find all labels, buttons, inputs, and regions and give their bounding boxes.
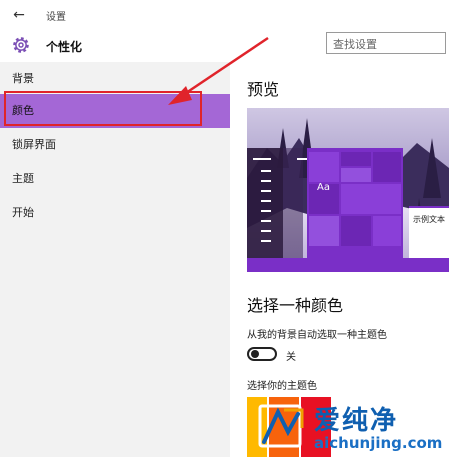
- auto-pick-label: 从我的背景自动选取一种主题色: [247, 330, 387, 341]
- page-title: 个性化: [46, 40, 83, 54]
- settings-window: ← 设置 个性化 背景 颜色 锁屏界面 主题 开始 预览: [0, 0, 452, 457]
- back-arrow-icon[interactable]: ←: [10, 6, 28, 24]
- watermark-text: 爱纯净: [314, 406, 399, 436]
- highlight-annotation-box: [4, 91, 202, 126]
- toggle-state-label: 关: [286, 352, 296, 363]
- search-input[interactable]: [327, 34, 445, 55]
- preview-sample-text: 示例文本: [413, 215, 445, 224]
- theme-preview: Aa 示例文本: [247, 108, 449, 272]
- sidebar-item-lock-screen[interactable]: 锁屏界面: [0, 128, 230, 162]
- sidebar-item-themes[interactable]: 主题: [0, 162, 230, 196]
- color-section-heading: 选择一种颜色: [247, 296, 344, 315]
- preview-tile-text: Aa: [317, 182, 330, 193]
- watermark: 爱纯净 aichunjing.com: [254, 398, 452, 457]
- preview-heading: 预览: [247, 80, 280, 99]
- watermark-url: aichunjing.com: [314, 434, 443, 452]
- sidebar-item-start[interactable]: 开始: [0, 196, 230, 230]
- accent-color-label: 选择你的主题色: [247, 381, 317, 392]
- auto-pick-toggle[interactable]: [247, 347, 277, 361]
- toggle-knob: [251, 350, 259, 358]
- title-bar: ← 设置: [0, 0, 452, 30]
- preview-wallpaper: [247, 108, 449, 272]
- window-title: 设置: [46, 12, 66, 23]
- gear-icon: [13, 37, 29, 53]
- watermark-logo-icon: [258, 404, 304, 448]
- search-box[interactable]: [326, 32, 446, 55]
